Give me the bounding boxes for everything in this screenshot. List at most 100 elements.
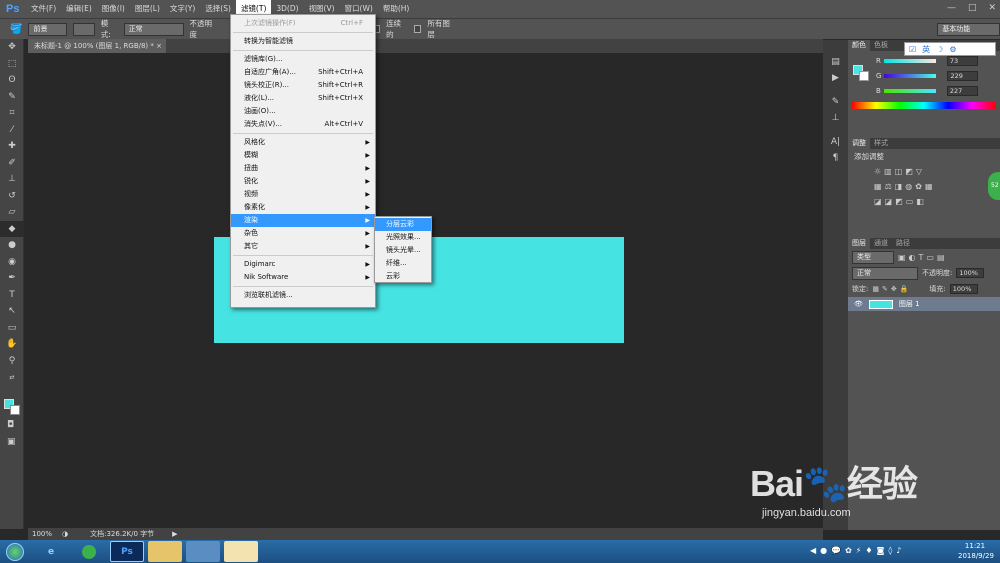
menu-last-filter[interactable]: 上次滤镜操作(F) Ctrl+F (231, 17, 375, 30)
menu-sharpen[interactable]: 锐化 ▶ (231, 175, 375, 188)
tray-icons[interactable]: ◀●💬✿⚡♦◙◊♪ (810, 546, 905, 555)
menu-blur[interactable]: 模糊 ▶ (231, 149, 375, 162)
menu-render[interactable]: 渲染 ▶ (231, 214, 375, 227)
r-value[interactable]: 73 (946, 55, 978, 66)
tab-adjustments[interactable]: 调整 (848, 138, 870, 149)
healing-tool-icon[interactable]: ✚ (0, 138, 24, 155)
tab-paths[interactable]: 路径 (892, 238, 914, 249)
moon-icon[interactable]: ☽ (936, 45, 943, 54)
paragraph-panel-icon[interactable]: ¶ (823, 150, 848, 166)
quick-mask-icon[interactable]: ◘ (7, 420, 14, 430)
menu-convert-smart-filter[interactable]: 转换为智能滤镜 (231, 35, 375, 48)
b-slider[interactable] (883, 88, 936, 93)
path-select-tool-icon[interactable]: ↖ (0, 303, 24, 320)
menu-filter-gallery[interactable]: 滤镜库(G)... (231, 53, 375, 66)
menu-stylize[interactable]: 风格化 ▶ (231, 136, 375, 149)
threshold-icon[interactable]: ◩ (895, 197, 903, 206)
layer-row[interactable]: 👁 图层 1 (848, 297, 1000, 311)
menu-adaptive-wide-angle[interactable]: 自适应广角(A)... Shift+Ctrl+A (231, 66, 375, 79)
layer-filter-icons[interactable]: ▣◐T▭▤ (898, 253, 948, 262)
taskbar-explorer-icon[interactable] (148, 541, 182, 562)
menu-noise[interactable]: 杂色 ▶ (231, 227, 375, 240)
all-layers-checkbox[interactable] (413, 25, 422, 33)
gradient-map-icon[interactable]: ▭ (906, 197, 914, 206)
layer-name[interactable]: 图层 1 (899, 299, 920, 309)
workspace-select[interactable]: 基本功能 (937, 22, 1000, 36)
selective-color-icon[interactable]: ◧ (916, 197, 924, 206)
zoom-tool-icon[interactable]: ⚲ (0, 353, 24, 370)
crop-tool-icon[interactable]: ⌗ (0, 105, 24, 122)
tab-layers[interactable]: 图层 (848, 238, 870, 249)
swap-colors-icon[interactable]: ⇄ (0, 369, 24, 386)
menu-liquify[interactable]: 液化(L)... Shift+Ctrl+X (231, 92, 375, 105)
paint-bucket-tool-icon[interactable]: ◆ (0, 220, 24, 237)
clone-panel-icon[interactable]: ⊥ (823, 110, 848, 126)
submenu-difference-clouds[interactable]: 分层云彩 (375, 218, 431, 231)
mixer-icon[interactable]: ✿ (915, 182, 922, 191)
lasso-tool-icon[interactable]: ʘ (0, 72, 24, 89)
actions-panel-icon[interactable]: ▶ (823, 70, 848, 86)
status-arrow-icon[interactable]: ▶ (172, 528, 177, 540)
levels-icon[interactable]: ▥ (884, 167, 892, 176)
screen-mode-icon[interactable]: ▣ (7, 437, 16, 447)
ime-checkbox-icon[interactable]: ☑ (909, 45, 916, 54)
system-clock[interactable]: 11:21 2018/9/29 (958, 541, 994, 561)
menu-vanishing-point[interactable]: 消失点(V)... Alt+Ctrl+V (231, 118, 375, 131)
lookup-icon[interactable]: ▦ (925, 182, 933, 191)
floating-badge[interactable]: 52 (988, 172, 1000, 200)
layer-opacity[interactable]: 100% (956, 268, 985, 278)
exposure-icon[interactable]: ◩ (905, 167, 913, 176)
curves-icon[interactable]: ◫ (895, 167, 903, 176)
menu-other[interactable]: 其它 ▶ (231, 240, 375, 253)
bw-icon[interactable]: ◨ (895, 182, 903, 191)
fill-source-select[interactable]: 前景 (28, 22, 68, 36)
pattern-select[interactable] (73, 22, 95, 36)
menu-nik-software[interactable]: Nik Software ▶ (231, 271, 375, 284)
balance-icon[interactable]: ⚖ (885, 182, 892, 191)
menu-layer[interactable]: 图层(L) (130, 0, 165, 18)
taskbar-ie-icon[interactable]: e (34, 541, 68, 562)
close-button[interactable]: ✕ (988, 3, 996, 13)
pen-tool-icon[interactable]: ✒ (0, 270, 24, 287)
photo-filter-icon[interactable]: ◍ (905, 182, 912, 191)
paint-bucket-icon[interactable]: 🪣 (10, 24, 22, 35)
shape-tool-icon[interactable]: ▭ (0, 320, 24, 337)
blend-mode-select[interactable]: 正常 (852, 266, 918, 280)
move-tool-icon[interactable]: ✥ (0, 39, 24, 56)
r-slider[interactable] (883, 58, 936, 63)
tab-swatches[interactable]: 色板 (870, 40, 892, 51)
tab-color[interactable]: 颜色 (848, 40, 870, 51)
brush-tool-icon[interactable]: ✐ (0, 155, 24, 172)
ime-lang[interactable]: 英 (922, 44, 930, 55)
submenu-lens-flare[interactable]: 镜头光晕... (375, 244, 431, 257)
menu-video[interactable]: 视频 ▶ (231, 188, 375, 201)
quick-select-tool-icon[interactable]: ✎ (0, 89, 24, 106)
marquee-tool-icon[interactable]: ⬚ (0, 56, 24, 73)
eye-icon[interactable]: 👁 (854, 300, 863, 308)
history-panel-icon[interactable]: ▤ (823, 54, 848, 70)
menu-type[interactable]: 文字(Y) (165, 0, 200, 18)
gear-icon[interactable]: ⚙ (949, 45, 956, 54)
menu-image[interactable]: 图像(I) (97, 0, 130, 18)
vibrance-icon[interactable]: ▽ (916, 167, 922, 176)
lock-icons[interactable]: ▦✎✥🔒 (872, 285, 911, 293)
submenu-lighting-effects[interactable]: 光照效果... (375, 231, 431, 244)
taskbar-photoshop-icon[interactable]: Ps (110, 541, 144, 562)
eraser-tool-icon[interactable]: ▱ (0, 204, 24, 221)
taskbar-360-icon[interactable] (72, 541, 106, 562)
menu-digimarc[interactable]: Digimarc ▶ (231, 258, 375, 271)
menu-pixelate[interactable]: 像素化 ▶ (231, 201, 375, 214)
maximize-button[interactable]: □ (968, 3, 977, 13)
tab-channels[interactable]: 通道 (870, 238, 892, 249)
hsl-icon[interactable]: ▦ (874, 182, 882, 191)
layer-kind-select[interactable]: 类型 (852, 250, 894, 264)
menu-file[interactable]: 文件(F) (26, 0, 61, 18)
posterize-icon[interactable]: ◪ (885, 197, 893, 206)
history-brush-tool-icon[interactable]: ↺ (0, 188, 24, 205)
mode-select[interactable]: 正常 (123, 22, 184, 36)
taskbar-user-icon[interactable] (224, 541, 258, 562)
status-info-icon[interactable]: ◑ (62, 528, 68, 540)
minimize-button[interactable]: — (947, 3, 956, 13)
document-tab[interactable]: 未标题-1 @ 100% (图层 1, RGB/8) * × (28, 39, 166, 53)
brightness-icon[interactable]: ☼ (874, 167, 881, 176)
